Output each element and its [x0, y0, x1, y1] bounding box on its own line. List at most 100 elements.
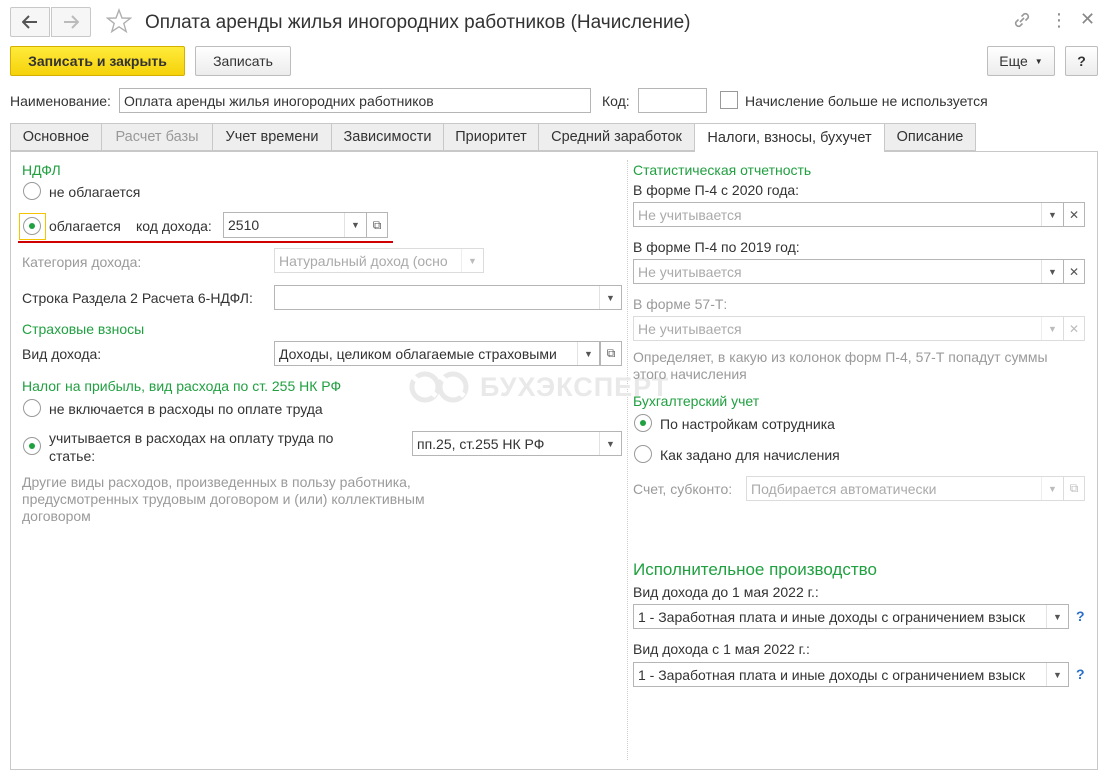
income-category-select[interactable]: Натуральный доход (осно ▼ — [274, 248, 484, 273]
by-employee-radio[interactable] — [634, 414, 652, 432]
tab-main[interactable]: Основное — [10, 123, 102, 151]
stat-note-line1: Определяет, в какую из колонок форм П-4,… — [633, 349, 1048, 365]
after-may-select[interactable]: 1 - Заработная плата и иные доходы с огр… — [633, 662, 1069, 687]
clear-x-icon: ✕ — [1068, 207, 1080, 222]
account-label: Счет, субконто: — [633, 481, 733, 497]
article-value: пп.25, ст.255 НК РФ — [417, 435, 545, 452]
help-button[interactable]: ? — [1065, 46, 1098, 76]
open-form-button[interactable]: ⧉ — [600, 341, 622, 366]
help-question-icon[interactable]: ? — [1076, 665, 1085, 683]
tab-priority[interactable]: Приоритет — [443, 123, 539, 151]
included-radio[interactable] — [23, 437, 41, 455]
watermark: БУХЭКСПЕРТ — [408, 370, 669, 404]
account-select[interactable]: Подбирается автоматически ▼ — [746, 476, 1064, 501]
before-may-value: 1 - Заработная плата и иные доходы с огр… — [638, 608, 1026, 625]
save-and-close-button[interactable]: Записать и закрыть — [10, 46, 185, 76]
income-code-select[interactable]: 2510 ▼ — [223, 212, 367, 238]
clear-x-icon: ✕ — [1068, 321, 1080, 336]
more-button[interactable]: Еще ▼ — [987, 46, 1055, 76]
arrow-right-icon — [64, 15, 79, 29]
name-label: Наименование: — [10, 93, 111, 109]
close-icon[interactable]: ✕ — [1080, 9, 1095, 30]
ndfl-heading: НДФЛ — [22, 162, 61, 178]
other-expenses-line2: предусмотренных трудовым договором и (ил… — [22, 491, 425, 507]
clear-x-icon: ✕ — [1068, 264, 1080, 279]
dropdown-arrow-icon[interactable]: ▼ — [1046, 605, 1068, 628]
section2-select[interactable]: ▼ — [274, 285, 622, 310]
as-set-label: Как задано для начисления — [660, 447, 840, 463]
code-label: Код: — [602, 93, 630, 109]
profit-tax-heading: Налог на прибыль, вид расхода по ст. 255… — [22, 378, 342, 394]
link-icon[interactable] — [1012, 10, 1032, 35]
income-type-value: Доходы, целиком облагаемые страховыми — [279, 345, 557, 362]
account-value: Подбирается автоматически — [751, 480, 937, 497]
as-set-radio[interactable] — [634, 445, 652, 463]
other-expenses-line3: договором — [22, 508, 91, 524]
income-type-select[interactable]: Доходы, целиком облагаемые страховыми ▼ — [274, 341, 600, 366]
clear-button[interactable]: ✕ — [1063, 259, 1085, 284]
tab-taxes[interactable]: Налоги, взносы, бухучет — [694, 123, 885, 152]
not-included-radio[interactable] — [23, 399, 41, 417]
other-expenses-line1: Другие виды расходов, произведенных в по… — [22, 474, 411, 490]
income-category-label: Категория дохода: — [22, 254, 142, 270]
dropdown-arrow-icon[interactable]: ▼ — [1041, 260, 1063, 283]
income-type-label: Вид дохода: — [22, 346, 102, 362]
tab-average-earnings[interactable]: Средний заработок — [538, 123, 695, 151]
name-input[interactable]: Оплата аренды жилья иногородних работник… — [119, 88, 591, 113]
before-may-label: Вид дохода до 1 мая 2022 г.: — [633, 584, 819, 600]
f57-select[interactable]: Не учитывается ▼ — [633, 316, 1064, 341]
name-value: Оплата аренды жилья иногородних работник… — [124, 92, 434, 109]
tab-dependencies[interactable]: Зависимости — [331, 123, 444, 151]
dropdown-arrow-icon[interactable]: ▼ — [344, 213, 366, 237]
favorite-star-icon[interactable] — [105, 8, 133, 37]
after-may-label: Вид дохода с 1 мая 2022 г.: — [633, 641, 810, 657]
by-employee-label: По настройкам сотрудника — [660, 416, 835, 432]
not-included-label: не включается в расходы по оплате труда — [49, 401, 323, 417]
income-code-label: код дохода: — [136, 218, 212, 234]
watermark-logo-icon — [409, 371, 469, 403]
dropdown-arrow-icon[interactable]: ▼ — [1041, 317, 1063, 340]
dropdown-arrow-icon[interactable]: ▼ — [599, 286, 621, 309]
p4-2019-value: Не учитывается — [638, 263, 742, 280]
clear-button[interactable]: ✕ — [1063, 316, 1085, 341]
p4-2019-label: В форме П-4 по 2019 год: — [633, 239, 800, 255]
tab-description[interactable]: Описание — [884, 123, 976, 151]
taxed-radio[interactable] — [23, 217, 41, 235]
included-label-line1: учитывается в расходах на оплату труда п… — [49, 430, 334, 446]
clear-button[interactable]: ✕ — [1063, 202, 1085, 227]
section2-label: Строка Раздела 2 Расчета 6-НДФЛ: — [22, 290, 253, 306]
included-label-line2: статье: — [49, 448, 96, 464]
back-button[interactable] — [10, 7, 50, 37]
before-may-select[interactable]: 1 - Заработная плата и иные доходы с огр… — [633, 604, 1069, 629]
stat-heading: Статистическая отчетность — [633, 162, 812, 178]
help-question-icon[interactable]: ? — [1076, 607, 1085, 625]
open-form-button[interactable]: ⧉ — [366, 212, 388, 238]
dropdown-arrow-icon[interactable]: ▼ — [1046, 663, 1068, 686]
unused-checkbox[interactable] — [720, 91, 738, 109]
dropdown-arrow-icon[interactable]: ▼ — [1041, 203, 1063, 226]
dropdown-arrow-icon[interactable]: ▼ — [599, 432, 621, 455]
open-copy-icon: ⧉ — [606, 346, 616, 360]
open-copy-icon: ⧉ — [372, 217, 382, 232]
income-category-value: Натуральный доход (осно — [279, 252, 448, 269]
accounting-heading: Бухгалтерский учет — [633, 393, 760, 409]
save-button[interactable]: Записать — [195, 46, 291, 76]
open-form-button[interactable]: ⧉ — [1063, 476, 1085, 501]
dropdown-arrow-icon[interactable]: ▼ — [461, 249, 483, 272]
taxed-label: облагается — [49, 218, 121, 234]
tab-time-accounting[interactable]: Учет времени — [212, 123, 332, 151]
code-input[interactable] — [638, 88, 707, 113]
forward-button[interactable] — [51, 7, 91, 37]
arrow-left-icon — [22, 15, 37, 29]
article-select[interactable]: пп.25, ст.255 НК РФ ▼ — [412, 431, 622, 456]
p4-2020-select[interactable]: Не учитывается ▼ — [633, 202, 1064, 227]
not-taxed-radio[interactable] — [23, 182, 41, 200]
f57-value: Не учитывается — [638, 320, 742, 337]
open-copy-icon: ⧉ — [1069, 481, 1079, 495]
window-title: Оплата аренды жилья иногородних работник… — [145, 12, 691, 33]
dropdown-arrow-icon[interactable]: ▼ — [1041, 477, 1063, 500]
p4-2019-select[interactable]: Не учитывается ▼ — [633, 259, 1064, 284]
dropdown-arrow-icon[interactable]: ▼ — [577, 342, 599, 365]
more-vertical-icon[interactable]: ⋮ — [1050, 10, 1068, 31]
tab-base-calculation[interactable]: Расчет базы — [101, 123, 213, 151]
